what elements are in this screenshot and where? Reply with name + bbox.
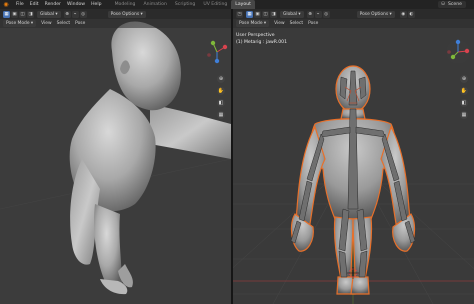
scene-selector[interactable]: ⛁ Scene [438, 1, 466, 8]
select-subtract-icon[interactable]: ◨ [270, 10, 277, 18]
active-bone-label: (1) Metarig : jawR.001 [236, 40, 288, 45]
zoom-icon[interactable]: ⊕ [460, 75, 468, 83]
select-extend-icon[interactable]: ◫ [262, 10, 269, 18]
viewport-left-menubar: Pose Mode ▾ View Select Pose [0, 19, 231, 28]
viewport-right-menubar: Pose Mode ▾ View Select Pose [233, 19, 474, 28]
grid-icon[interactable]: ▦ [460, 111, 468, 119]
pose-options-label: Pose Options [110, 11, 140, 17]
select-box-icon[interactable]: ▦ [246, 10, 253, 18]
proportional-icon[interactable]: ◎ [322, 10, 330, 18]
tab-scripting[interactable]: Scripting [171, 0, 199, 9]
mode-dropdown[interactable]: Pose Mode ▾ [236, 20, 270, 27]
navigation-gizmo-icon[interactable] [445, 39, 471, 65]
viewport-right-header: ◳ ▦ ▣ ◫ ◨ Global ▾ ⊕ ⌁ ◎ Pose Options ▾ … [233, 9, 474, 19]
navigation-gizmo-icon[interactable] [204, 39, 230, 65]
menu-select[interactable]: Select [290, 19, 304, 28]
pivot-icon[interactable]: ⊕ [306, 10, 314, 18]
visibility-icon[interactable]: ◉ [399, 10, 407, 18]
top-bar: ◉ File Edit Render Window Help Modeling … [0, 0, 474, 9]
orientation-label: Global [40, 11, 55, 17]
pivot-icon[interactable]: ⊕ [63, 10, 71, 18]
tab-layout[interactable]: Layout [231, 0, 255, 9]
pose-options-dropdown[interactable]: Pose Options ▾ [107, 10, 146, 18]
zoom-icon[interactable]: ⊕ [217, 75, 225, 83]
select-box-icon[interactable]: ▦ [3, 10, 10, 18]
menu-pose[interactable]: Pose [308, 19, 318, 28]
blender-logo-icon[interactable]: ◉ [2, 1, 10, 8]
tab-animation[interactable]: Animation [139, 0, 170, 9]
select-mode-icon[interactable]: ▣ [254, 10, 261, 18]
editor-type-icon[interactable]: ◳ [236, 10, 243, 18]
view-name-label: User Perspective [236, 33, 275, 38]
camera-icon[interactable]: ◧ [460, 99, 468, 107]
snap-icon[interactable]: ⌁ [71, 10, 79, 18]
mode-label: Pose Mode [6, 21, 30, 26]
select-subtract-icon[interactable]: ◨ [27, 10, 34, 18]
scene-icon: ⛁ [441, 2, 445, 7]
menu-pose[interactable]: Pose [75, 19, 85, 28]
viewport-left-header: ▦ ▣ ◫ ◨ Global ▾ ⊕ ⌁ ◎ Pose Options ▾ [0, 9, 231, 19]
snap-icon[interactable]: ⌁ [314, 10, 322, 18]
mode-dropdown[interactable]: Pose Mode ▾ [3, 20, 37, 27]
menu-help[interactable]: Help [88, 0, 104, 9]
camera-icon[interactable]: ◧ [217, 99, 225, 107]
viewport-right-scene [233, 65, 474, 304]
tab-modeling[interactable]: Modeling [111, 0, 140, 9]
mode-label: Pose Mode [239, 21, 263, 26]
tab-uv-editing[interactable]: UV Editing [199, 0, 231, 9]
pan-hand-icon[interactable]: ✋ [217, 87, 225, 95]
pose-options-label: Pose Options [359, 11, 389, 17]
viewport-right[interactable]: ◳ ▦ ▣ ◫ ◨ Global ▾ ⊕ ⌁ ◎ Pose Options ▾ … [233, 9, 474, 304]
orientation-label: Global [283, 11, 298, 17]
proportional-icon[interactable]: ◎ [79, 10, 87, 18]
orientation-dropdown[interactable]: Global ▾ [280, 10, 304, 18]
pose-options-dropdown[interactable]: Pose Options ▾ [356, 10, 395, 18]
menu-file[interactable]: File [13, 0, 27, 9]
select-mode-icon[interactable]: ▣ [11, 10, 18, 18]
menu-select[interactable]: Select [57, 19, 71, 28]
menu-window[interactable]: Window [64, 0, 88, 9]
select-extend-icon[interactable]: ◫ [19, 10, 26, 18]
overlay-icon[interactable]: ◐ [407, 10, 415, 18]
viewport-left[interactable]: ▦ ▣ ◫ ◨ Global ▾ ⊕ ⌁ ◎ Pose Options ▾ Po… [0, 9, 231, 304]
scene-name: Scene [447, 2, 462, 7]
menu-view[interactable]: View [41, 19, 51, 28]
viewport-left-scene [0, 9, 231, 304]
pan-hand-icon[interactable]: ✋ [460, 87, 468, 95]
menu-render[interactable]: Render [42, 0, 64, 9]
grid-icon[interactable]: ▦ [217, 111, 225, 119]
menu-edit[interactable]: Edit [27, 0, 42, 9]
menu-view[interactable]: View [274, 19, 284, 28]
orientation-dropdown[interactable]: Global ▾ [37, 10, 61, 18]
